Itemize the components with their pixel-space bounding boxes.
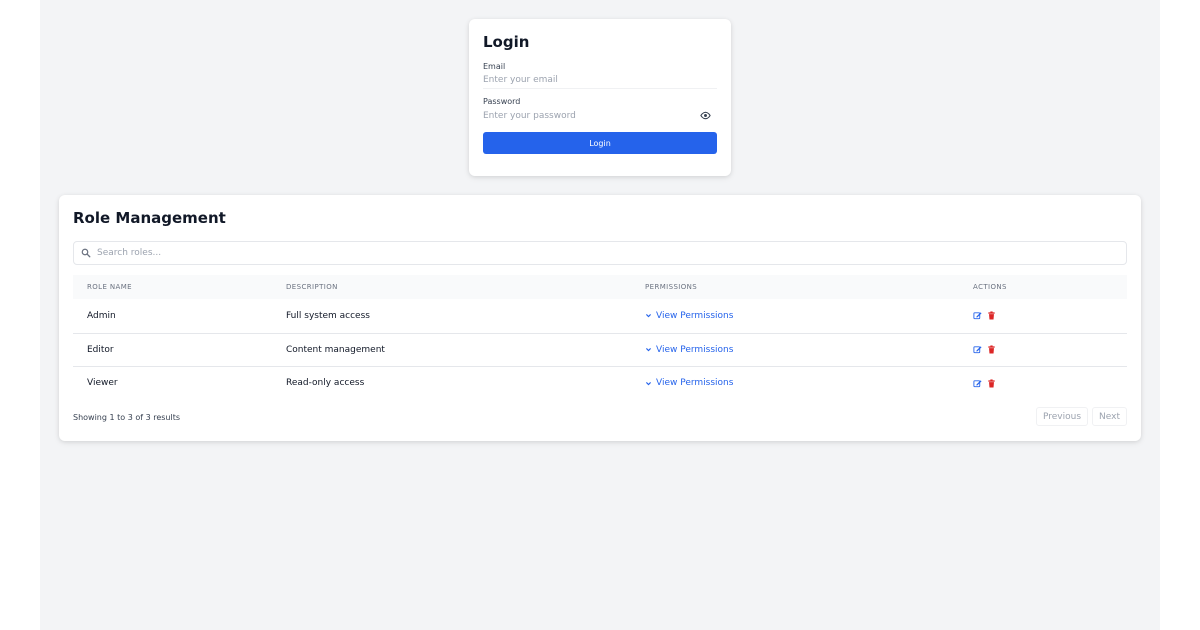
pagination: Previous Next xyxy=(1035,407,1127,426)
table-header: ROLE NAME DESCRIPTION PERMISSIONS ACTION… xyxy=(73,275,1127,299)
eye-icon[interactable] xyxy=(700,111,711,120)
edit-icon[interactable] xyxy=(973,379,982,388)
view-permissions-label: View Permissions xyxy=(656,344,734,355)
row-actions xyxy=(973,311,996,320)
chevron-down-icon xyxy=(646,348,651,352)
table-row: Editor Content management View Permissio… xyxy=(73,332,1127,367)
role-description: Full system access xyxy=(286,310,370,321)
view-permissions-label: View Permissions xyxy=(656,378,734,389)
chevron-down-icon xyxy=(646,314,651,318)
column-header-actions: ACTIONS xyxy=(973,283,1007,291)
trash-icon[interactable] xyxy=(987,311,996,320)
view-permissions-link[interactable]: View Permissions xyxy=(645,345,733,355)
view-permissions-label: View Permissions xyxy=(656,310,734,321)
column-header-description: DESCRIPTION xyxy=(286,283,338,291)
role-description: Content management xyxy=(286,344,385,355)
previous-button[interactable]: Previous xyxy=(1035,407,1089,426)
login-button[interactable]: Login xyxy=(483,132,717,154)
results-summary: Showing 1 to 3 of 3 results xyxy=(73,413,181,422)
login-title: Login xyxy=(483,33,530,51)
view-permissions-link[interactable]: View Permissions xyxy=(645,378,733,388)
page-title: Role Management xyxy=(73,209,226,227)
login-card: Login Email Password Login xyxy=(469,19,731,176)
edit-icon[interactable] xyxy=(973,311,982,320)
table-row: Admin Full system access View Permission… xyxy=(73,299,1127,333)
table-row: Viewer Read-only access View Permissions xyxy=(73,366,1127,400)
email-label: Email xyxy=(483,62,506,71)
row-actions xyxy=(973,379,996,388)
role-name: Editor xyxy=(87,344,114,355)
row-actions xyxy=(973,345,996,354)
password-label: Password xyxy=(483,97,521,106)
search-box xyxy=(73,241,1127,265)
email-field[interactable] xyxy=(483,75,717,85)
email-field-wrapper xyxy=(483,72,717,89)
trash-icon[interactable] xyxy=(987,379,996,388)
edit-icon[interactable] xyxy=(973,345,982,354)
role-name: Admin xyxy=(87,310,116,321)
next-button[interactable]: Next xyxy=(1092,407,1127,426)
search-icon xyxy=(81,248,91,258)
role-description: Read-only access xyxy=(286,378,365,389)
chevron-down-icon xyxy=(646,381,651,386)
role-name: Viewer xyxy=(87,378,118,389)
role-management-card: Role Management ROLE NAME DESCRIPTION PE… xyxy=(59,195,1141,441)
search-input[interactable] xyxy=(97,248,1126,258)
trash-icon[interactable] xyxy=(987,345,996,354)
password-field[interactable] xyxy=(483,110,717,121)
password-field-wrapper xyxy=(483,107,717,124)
column-header-role-name: ROLE NAME xyxy=(87,283,133,291)
view-permissions-link[interactable]: View Permissions xyxy=(645,311,733,321)
roles-table: ROLE NAME DESCRIPTION PERMISSIONS ACTION… xyxy=(73,275,1127,400)
column-header-permissions: PERMISSIONS xyxy=(645,283,698,291)
